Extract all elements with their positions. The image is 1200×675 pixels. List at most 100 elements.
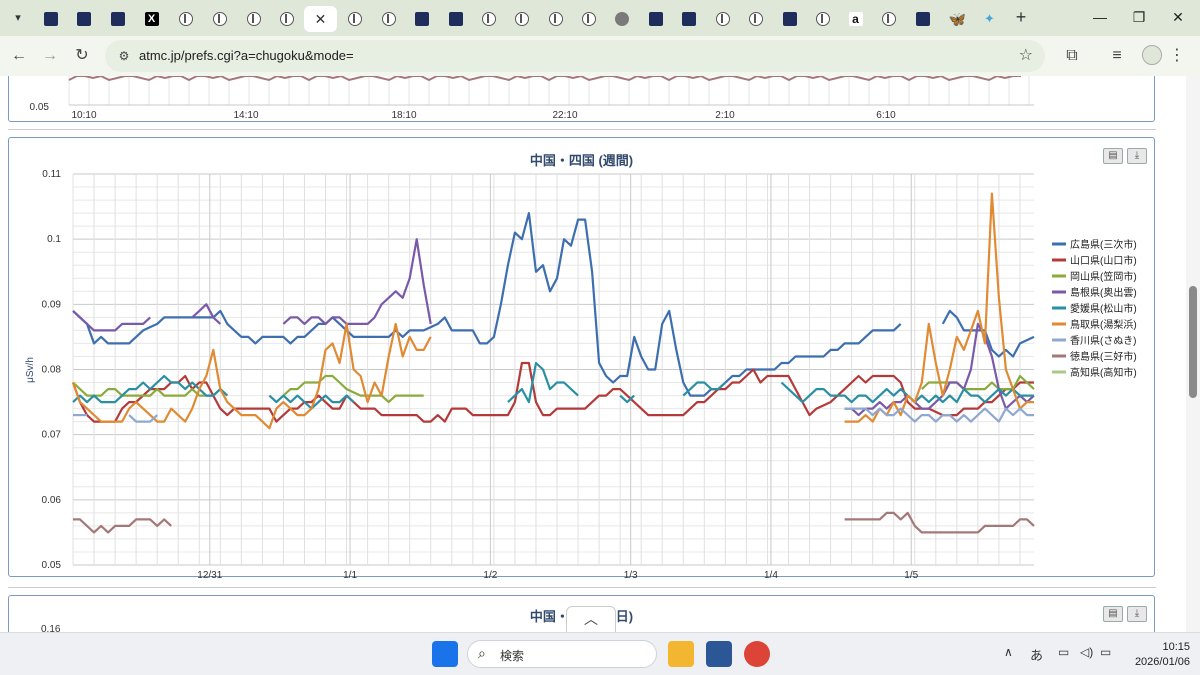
clock-time[interactable]: 10:15	[1150, 641, 1190, 653]
scrollbar-thumb[interactable]	[1189, 286, 1197, 398]
restore-icon[interactable]: ❐	[1128, 6, 1150, 28]
tab[interactable]	[101, 6, 134, 32]
weekly-chart-panel: 中国・四国 (週間) ▤ ⤓ 0.05 0.06 0.07 0.08 0.09 0.1 0.…	[8, 137, 1155, 578]
site-favicon-icon	[715, 12, 730, 26]
y-tick-label: 0.1	[47, 234, 61, 245]
tab[interactable]	[67, 6, 100, 32]
tab[interactable]	[639, 6, 672, 32]
site-favicon-icon	[110, 12, 125, 26]
volume-icon[interactable]: ◁)	[1080, 645, 1093, 659]
tab[interactable]	[739, 6, 772, 32]
minimize-icon[interactable]: —	[1089, 6, 1111, 28]
address-bar[interactable]: ⚙ atmc.jp/prefs.cgi?a=chugoku&mode= ☆	[105, 40, 1045, 72]
tab[interactable]	[539, 6, 572, 32]
tab[interactable]	[169, 6, 202, 32]
site-favicon-icon	[381, 12, 396, 26]
site-favicon-icon	[514, 12, 529, 26]
search-icon: ⌕	[478, 645, 486, 661]
tray-overflow-chevron-icon[interactable]: ∧	[1004, 645, 1013, 659]
tab[interactable]	[773, 6, 806, 32]
legend-label: 香川県(さぬき)	[1070, 335, 1136, 347]
site-favicon-icon	[347, 12, 362, 26]
tab[interactable]	[906, 6, 939, 32]
daily-chart-svg: 0.05 10:10 14:10 18:10 22:10 2:10 6:10	[30, 76, 1034, 121]
page-content: 0.05 10:10 14:10 18:10 22:10 2:10 6:10 中国・四国 …	[0, 76, 1200, 632]
site-favicon-icon	[43, 12, 58, 26]
tab-search-chevron-icon[interactable]: ▾	[8, 8, 28, 28]
tab[interactable]	[572, 6, 605, 32]
tab[interactable]	[34, 6, 67, 32]
extensions-puzzle-icon[interactable]: ⧉	[1060, 44, 1084, 68]
legend-label: 広島県(三次市)	[1070, 238, 1137, 251]
tab[interactable]	[372, 6, 405, 32]
tab[interactable]	[706, 6, 739, 32]
tab[interactable]	[338, 6, 371, 32]
bookmark-star-icon[interactable]: ☆	[1019, 45, 1033, 65]
site-favicon-icon	[279, 12, 294, 26]
tab[interactable]	[505, 6, 538, 32]
site-favicon-icon	[414, 12, 429, 26]
tab[interactable]	[237, 6, 270, 32]
ime-mode-indicator[interactable]: あ	[1030, 645, 1043, 664]
legend-label: 鳥取県(湯梨浜)	[1070, 318, 1137, 331]
tab[interactable]	[405, 6, 438, 32]
tab[interactable]	[672, 6, 705, 32]
site-info-icon[interactable]: ⚙	[115, 47, 133, 65]
tab[interactable]: ✦	[973, 6, 1006, 32]
reload-icon[interactable]: ↻	[70, 44, 94, 68]
x-tick-label: 1/4	[764, 570, 778, 578]
tab[interactable]	[872, 6, 905, 32]
y-tick-label: 0.05	[42, 560, 62, 571]
printer-icon: ▤	[1108, 608, 1118, 619]
tab[interactable]: 🦋	[939, 6, 972, 32]
site-favicon-icon	[881, 12, 896, 26]
taskbar-search-box[interactable]: ⌕ 検索	[467, 640, 657, 668]
site-favicon-icon	[681, 12, 696, 26]
tab[interactable]	[203, 6, 236, 32]
daily-x-tick-label: 14:10	[233, 110, 258, 121]
print-button[interactable]: ▤	[1103, 606, 1123, 622]
back-arrow-icon[interactable]: ←	[7, 44, 31, 68]
butterfly-icon: 🦋	[948, 11, 966, 27]
windows-start-icon[interactable]	[432, 641, 458, 667]
tab-close-icon[interactable]: ✕	[315, 11, 327, 28]
y-tick-label: 0.09	[42, 299, 62, 310]
tab-active[interactable]: ✕	[304, 6, 337, 32]
site-favicon-icon	[178, 12, 193, 26]
clock-date[interactable]: 2026/01/06	[1110, 656, 1190, 668]
close-window-icon[interactable]: ✕	[1167, 6, 1189, 28]
notepad-icon[interactable]	[706, 641, 732, 667]
amazon-logo-icon: a	[848, 12, 863, 26]
tab[interactable]: X	[135, 6, 168, 32]
tab[interactable]: a	[839, 6, 872, 32]
x-tick-label: 1/3	[624, 570, 638, 578]
browser-menu-icon[interactable]: ⋮	[1165, 44, 1189, 68]
chrome-icon[interactable]	[744, 641, 770, 667]
legend-label: 山口県(山口市)	[1070, 254, 1137, 267]
tab[interactable]	[806, 6, 839, 32]
tab[interactable]	[605, 6, 638, 32]
site-favicon-icon	[581, 12, 596, 26]
network-icon[interactable]: ▭	[1058, 645, 1069, 659]
media-queue-icon[interactable]: ≡	[1105, 44, 1129, 68]
file-explorer-icon[interactable]	[668, 641, 694, 667]
daily-x-tick-label: 6:10	[876, 110, 896, 121]
legend-label: 愛媛県(松山市)	[1070, 302, 1137, 315]
site-favicon-icon	[76, 12, 91, 26]
profile-avatar[interactable]	[1142, 45, 1162, 65]
download-button[interactable]: ⤓	[1127, 606, 1147, 622]
tab-strip: ▾ X ✕ a 🦋 ✦ + — ❐ ✕	[0, 0, 1200, 36]
new-tab-button[interactable]: +	[1010, 6, 1032, 28]
site-favicon-icon	[815, 12, 830, 26]
url-text[interactable]: atmc.jp/prefs.cgi?a=chugoku&mode=	[139, 48, 354, 63]
site-favicon-icon	[246, 12, 261, 26]
page-scrollbar[interactable]	[1186, 76, 1200, 632]
next-y-tick-label: 0.16	[41, 624, 61, 632]
y-tick-label: 0.06	[42, 495, 62, 506]
tab[interactable]	[270, 6, 303, 32]
forward-arrow-icon[interactable]: →	[38, 44, 62, 68]
tab[interactable]	[439, 6, 472, 32]
tab[interactable]	[472, 6, 505, 32]
collapse-chevron-up-icon[interactable]: ︿	[566, 606, 616, 632]
browser-toolbar: ← → ↻ ⚙ atmc.jp/prefs.cgi?a=chugoku&mode…	[0, 36, 1200, 76]
